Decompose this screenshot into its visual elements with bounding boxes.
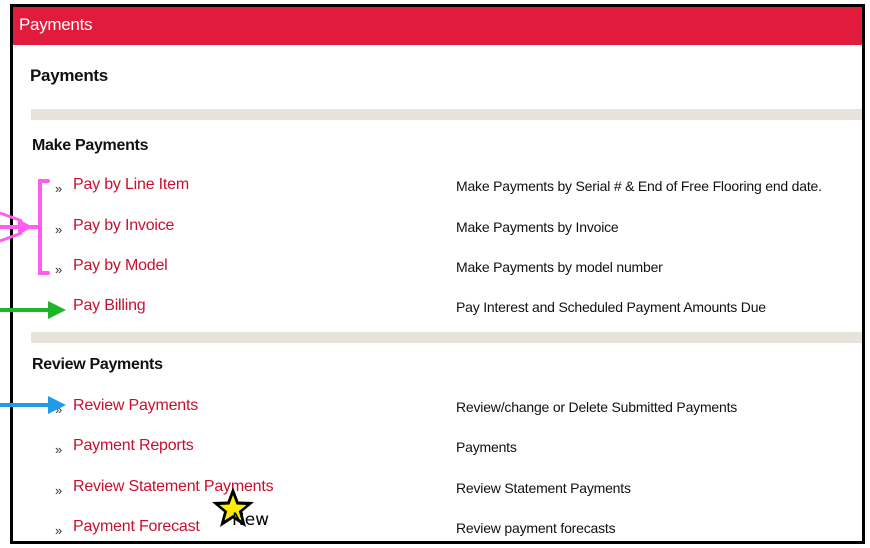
item-description: Review/change or Delete Submitted Paymen…	[456, 399, 738, 415]
section-heading-make-payments: Make Payments	[32, 137, 149, 154]
bullet-icon: »	[55, 302, 63, 317]
pay-by-invoice-link[interactable]: Pay by Invoice	[73, 217, 174, 235]
section-heading-review-payments: Review Payments	[32, 356, 163, 373]
pay-by-line-item-link[interactable]: Pay by Line Item	[73, 176, 189, 194]
list-item: » Pay Billing Pay Interest and Scheduled…	[13, 293, 862, 323]
new-label: New	[232, 510, 270, 530]
item-description: Review payment forecasts	[456, 520, 616, 536]
pay-billing-link[interactable]: Pay Billing	[73, 297, 146, 315]
review-payments-link[interactable]: Review Payments	[73, 397, 198, 415]
list-item: » Pay by Model Make Payments by model nu…	[13, 253, 862, 283]
list-item: » Payment Reports Payments	[13, 433, 862, 463]
payment-reports-link[interactable]: Payment Reports	[73, 437, 194, 455]
payments-panel: Payments Payments Make Payments » Pay by…	[10, 4, 865, 544]
list-item: » Pay by Invoice Make Payments by Invoic…	[13, 213, 862, 243]
list-item: » Payment Forecast Review payment foreca…	[13, 514, 862, 541]
page-title: Payments	[30, 66, 108, 85]
payment-forecast-link[interactable]: Payment Forecast	[73, 518, 200, 536]
item-description: Make Payments by Serial # & End of Free …	[456, 178, 822, 194]
bullet-icon: »	[55, 523, 63, 538]
list-item: » Pay by Line Item Make Payments by Seri…	[13, 172, 862, 202]
list-item: » Review Statement Payments Review State…	[13, 474, 862, 504]
item-description: Pay Interest and Scheduled Payment Amoun…	[456, 299, 766, 315]
new-badge: New	[212, 486, 282, 536]
item-description: Make Payments by Invoice	[456, 219, 619, 235]
bullet-icon: »	[55, 483, 63, 498]
section-divider	[31, 332, 862, 343]
header-bar: Payments	[13, 7, 862, 45]
item-description: Review Statement Payments	[456, 480, 631, 496]
header-title: Payments	[19, 15, 93, 34]
item-description: Make Payments by model number	[456, 259, 663, 275]
bullet-icon: »	[55, 442, 63, 457]
section-divider	[31, 109, 862, 120]
bullet-icon: »	[55, 181, 63, 196]
bullet-icon: »	[55, 402, 63, 417]
pay-by-model-link[interactable]: Pay by Model	[73, 257, 168, 275]
bullet-icon: »	[55, 262, 63, 277]
item-description: Payments	[456, 439, 517, 455]
bullet-icon: »	[55, 222, 63, 237]
list-item: » Review Payments Review/change or Delet…	[13, 393, 862, 423]
